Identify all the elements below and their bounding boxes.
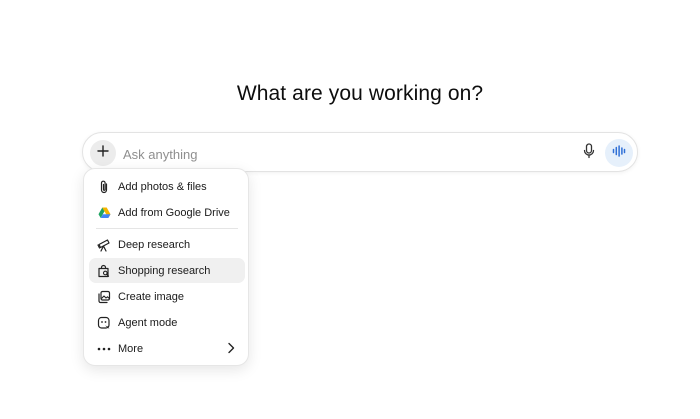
voice-mode-button[interactable] [605,139,633,167]
more-dots-icon [97,342,111,356]
dictate-button[interactable] [580,142,598,164]
paperclip-icon [97,180,111,194]
shopping-bag-search-icon [97,264,111,278]
prompt-input[interactable] [121,142,565,166]
menu-item-add-from-google-drive[interactable]: Add from Google Drive [89,200,245,225]
telescope-icon [97,238,111,252]
menu-item-shopping-research[interactable]: Shopping research [89,258,245,283]
menu-item-label: Add from Google Drive [118,206,230,219]
menu-item-agent-mode[interactable]: Agent mode [89,310,245,335]
add-button[interactable] [90,140,116,166]
page-title: What are you working on? [236,82,484,105]
page: What are you working on? Ask anything Ad… [0,0,700,419]
menu-item-label: More [118,342,144,355]
menu-divider [96,228,238,229]
menu-item-label: Shopping research [118,264,211,277]
agent-icon [97,316,111,330]
plus-icon [96,144,110,163]
menu-item-create-image[interactable]: Create image [89,284,245,309]
chevron-right-icon [225,342,237,354]
menu-item-add-photos-files[interactable]: Add photos & files [89,174,245,199]
menu-item-label: Create image [118,290,185,303]
menu-item-label: Add photos & files [118,180,207,193]
menu-item-label: Agent mode [118,316,178,329]
voice-mode-icon [612,144,626,162]
image-stack-icon [97,290,111,304]
google-drive-icon [97,206,111,220]
menu-item-deep-research[interactable]: Deep research [89,232,245,257]
menu-item-more[interactable]: More [89,336,245,361]
composer-box[interactable] [82,132,638,172]
attach-menu: Add photos & files Add from Google Drive [83,168,249,366]
menu-item-label: Deep research [118,238,191,251]
microphone-icon [583,142,595,164]
